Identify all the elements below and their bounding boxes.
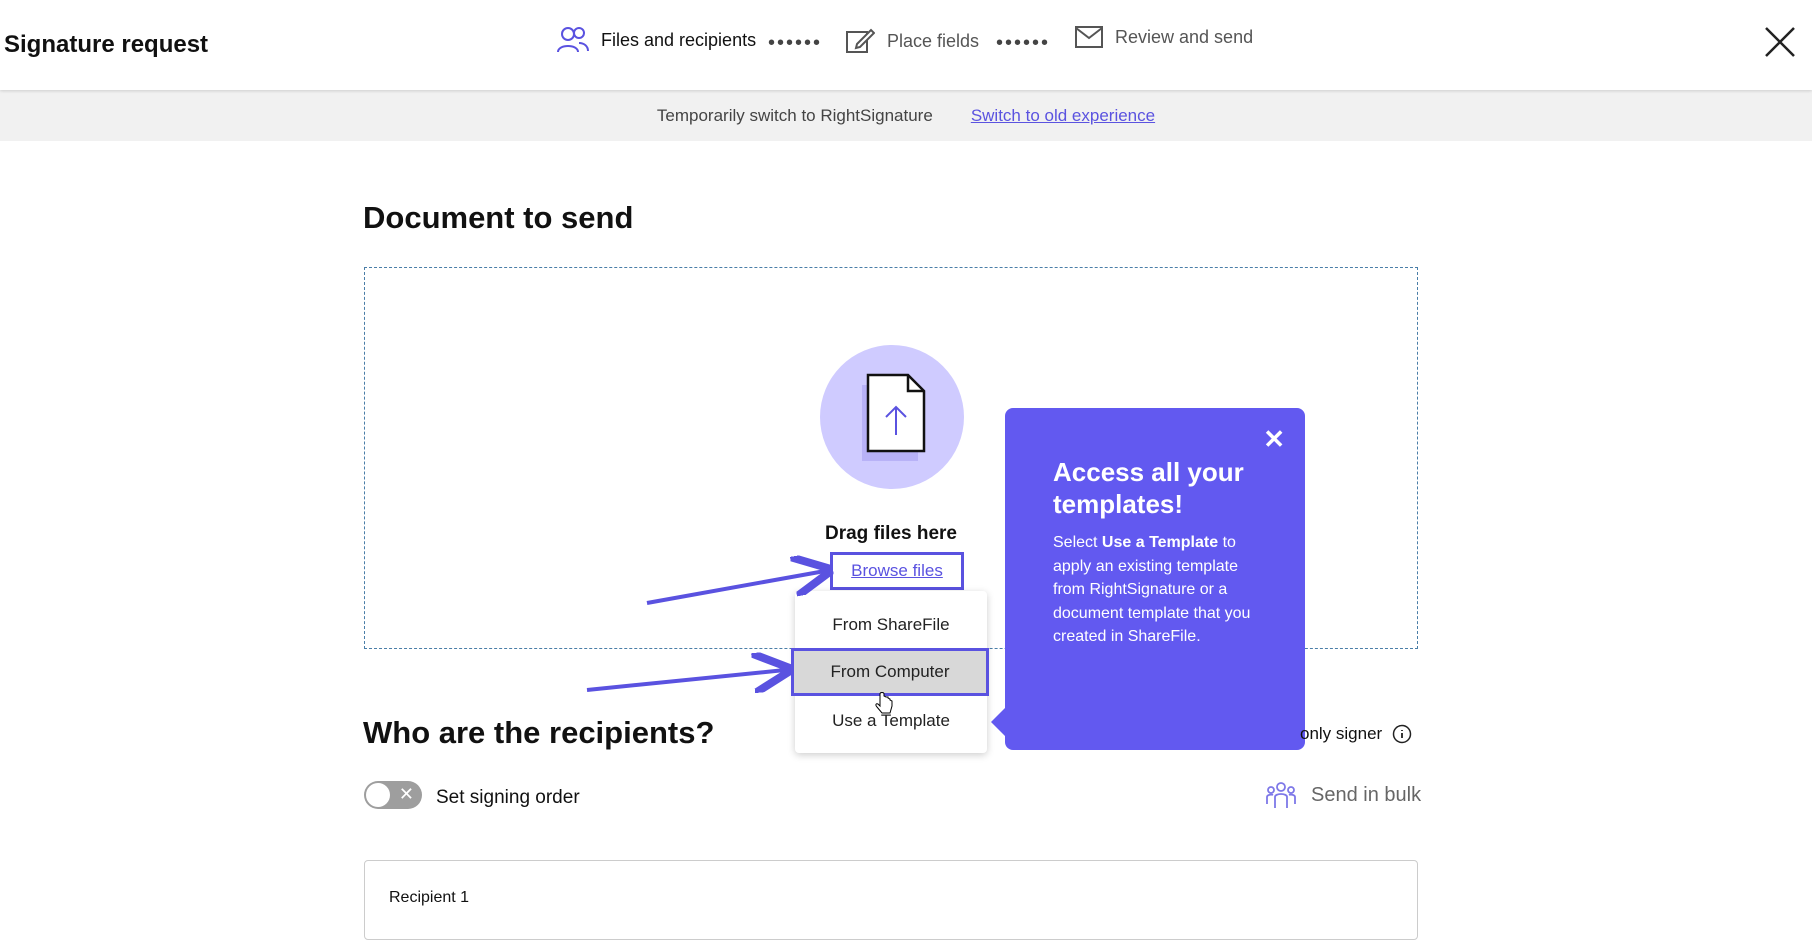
- upload-illustration: [820, 345, 964, 489]
- popover-title: Access all your templates!: [1053, 457, 1244, 519]
- only-signer-label: only signer: [1300, 724, 1383, 743]
- top-bar: Signature request Files and recipients •…: [0, 0, 1812, 90]
- info-icon[interactable]: [1392, 724, 1412, 744]
- menu-item-use-template[interactable]: Use a Template: [795, 711, 987, 731]
- signing-order-label: Set signing order: [436, 787, 580, 808]
- templates-tip-popover: ✕ Access all your templates! Select Use …: [991, 408, 1305, 750]
- close-icon[interactable]: ✕: [1263, 424, 1285, 455]
- page-title: Signature request: [4, 31, 209, 58]
- browse-files-button[interactable]: Browse files: [830, 552, 964, 590]
- file-upload-icon: [862, 373, 926, 461]
- send-in-bulk-button[interactable]: Send in bulk: [1265, 780, 1421, 810]
- annotation-arrow: [586, 670, 785, 690]
- recipient-card[interactable]: Recipient 1: [364, 860, 1418, 940]
- signing-order-toggle[interactable]: ✕: [364, 781, 422, 809]
- only-signer-option[interactable]: only signer: [1300, 724, 1412, 744]
- step-files-and-recipients[interactable]: Files and recipients: [557, 26, 756, 54]
- toggle-off-icon: ✕: [398, 784, 414, 804]
- step-label: Review and send: [1115, 26, 1254, 47]
- step-separator: ••••••: [996, 32, 1051, 54]
- experience-banner: Temporarily switch to RightSignature Swi…: [0, 90, 1812, 141]
- popover-body: Select Use a Template to apply an existi…: [1053, 531, 1263, 649]
- close-icon[interactable]: [1762, 24, 1798, 60]
- toggle-knob: [366, 783, 390, 807]
- envelope-icon: [1075, 26, 1103, 48]
- popover-arrow: [991, 708, 1005, 736]
- group-icon: [1266, 782, 1296, 808]
- banner-text: Temporarily switch to RightSignature: [656, 105, 933, 125]
- step-label: Place fields: [887, 30, 980, 51]
- step-label: Files and recipients: [601, 29, 757, 50]
- step-place-fields[interactable]: Place fields: [845, 26, 979, 56]
- popover-body-text: Select: [1053, 534, 1102, 551]
- browse-source-menu: From ShareFile From Computer Use a Templ…: [791, 591, 989, 753]
- recipients-heading: Who are the recipients?: [363, 715, 715, 750]
- drag-files-label: Drag files here: [825, 523, 957, 544]
- step-review-and-send[interactable]: Review and send: [1075, 26, 1253, 48]
- step-separator: ••••••: [768, 32, 823, 54]
- document-heading: Document to send: [363, 200, 634, 235]
- users-icon: [557, 27, 589, 53]
- recipient-label: Recipient 1: [389, 889, 470, 906]
- edit-icon: [846, 28, 875, 53]
- switch-old-experience-link[interactable]: Switch to old experience: [971, 106, 1155, 126]
- send-in-bulk-label: Send in bulk: [1311, 783, 1422, 806]
- menu-item-from-computer[interactable]: From Computer: [791, 648, 989, 696]
- popover-body-bold: Use a Template: [1101, 534, 1219, 551]
- browse-files-link[interactable]: Browse files: [851, 561, 943, 581]
- menu-item-from-sharefile[interactable]: From ShareFile: [795, 615, 987, 635]
